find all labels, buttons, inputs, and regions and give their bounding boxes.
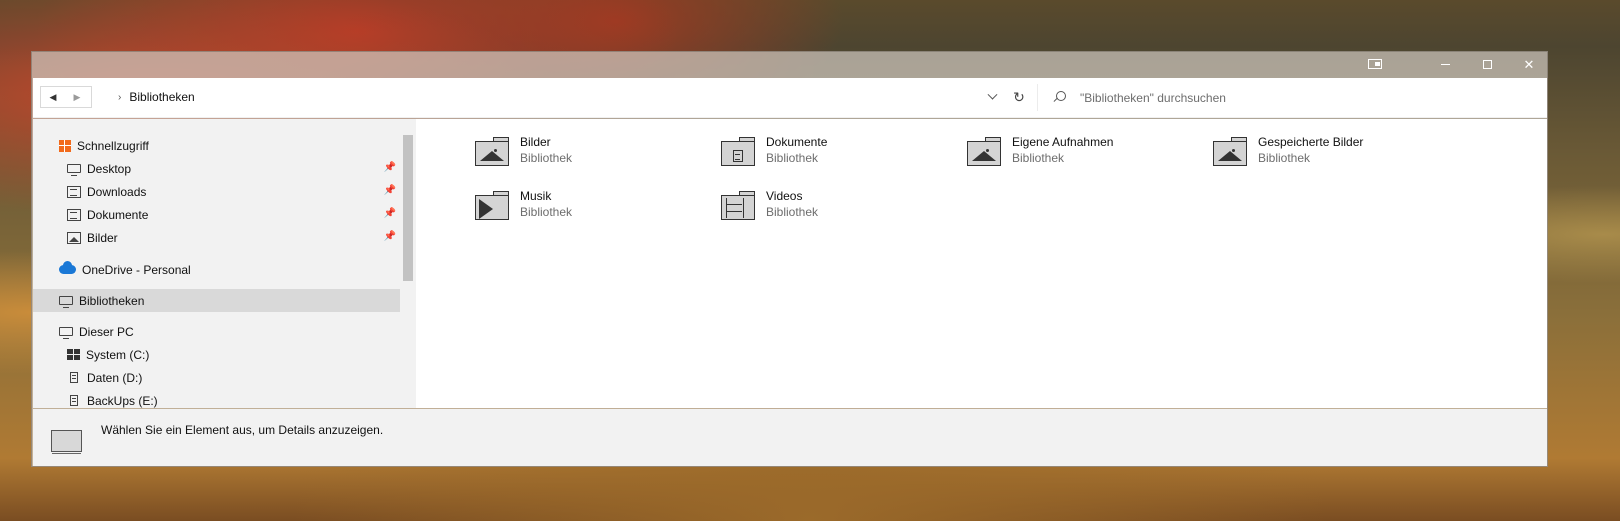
documents-library-icon xyxy=(721,137,755,167)
sidebar-item-label: Bibliotheken xyxy=(79,293,145,308)
sidebar-item-desktop[interactable]: Desktop 📌 xyxy=(33,157,400,180)
details-message: Wählen Sie ein Element aus, um Details a… xyxy=(101,423,384,437)
videos-library-icon xyxy=(721,191,755,221)
breadcrumb-chevron-icon[interactable]: › xyxy=(118,92,121,103)
sidebar-item-dokumente[interactable]: Dokumente 📌 xyxy=(33,203,400,226)
library-item-gespeicherte-bilder[interactable]: Gespeicherte Bilder Bibliothek xyxy=(1213,135,1453,175)
library-item-bilder[interactable]: Bilder Bibliothek xyxy=(475,135,715,175)
windows-drive-icon xyxy=(67,348,80,361)
drive-icon xyxy=(70,395,78,406)
forward-button[interactable]: ▶ xyxy=(65,87,89,107)
library-name: Bilder xyxy=(520,135,551,149)
sidebar-item-label: System (C:) xyxy=(86,347,150,362)
details-thumbnail-icon xyxy=(51,430,82,454)
navigation-pane: Schnellzugriff Desktop 📌 Downloads 📌 Dok… xyxy=(33,119,416,408)
refresh-button[interactable]: ↻ xyxy=(1008,86,1030,108)
address-history-dropdown[interactable] xyxy=(981,86,1003,108)
music-library-icon xyxy=(475,191,509,221)
documents-icon xyxy=(67,208,81,221)
sidebar-item-libraries[interactable]: Bibliotheken xyxy=(33,289,400,312)
forward-arrow-icon: ▶ xyxy=(73,91,81,102)
library-name: Musik xyxy=(520,189,552,203)
navigation-pane-scrollbar[interactable] xyxy=(403,135,413,281)
library-item-musik[interactable]: Musik Bibliothek xyxy=(475,189,715,229)
sidebar-item-label: Dokumente xyxy=(87,207,149,222)
cloud-icon xyxy=(59,261,76,274)
library-type: Bibliothek xyxy=(766,151,819,165)
address-bar: ◀ ▶ › Bibliotheken ↻ xyxy=(33,78,1547,118)
libraries-icon xyxy=(59,296,73,308)
navigation-buttons: ◀ ▶ xyxy=(40,86,92,108)
breadcrumb-item-bibliotheken[interactable]: Bibliotheken xyxy=(129,90,194,104)
back-button[interactable]: ◀ xyxy=(41,87,65,107)
sidebar-item-label: Bilder xyxy=(87,230,118,245)
library-type: Bibliothek xyxy=(1012,151,1065,165)
pictures-library-icon xyxy=(475,137,509,167)
sidebar-item-downloads[interactable]: Downloads 📌 xyxy=(33,180,400,203)
sidebar-item-label: Daten (D:) xyxy=(87,370,143,385)
maximize-icon xyxy=(1482,59,1492,69)
library-item-eigene-aufnahmen[interactable]: Eigene Aufnahmen Bibliothek xyxy=(967,135,1207,175)
drive-icon xyxy=(70,372,78,383)
title-bar: ✕ xyxy=(32,52,1547,78)
library-type: Bibliothek xyxy=(766,205,819,219)
explorer-body: Schnellzugriff Desktop 📌 Downloads 📌 Dok… xyxy=(33,119,1547,408)
library-name: Dokumente xyxy=(766,135,828,149)
camera-roll-library-icon xyxy=(967,137,1001,167)
sidebar-item-label: OneDrive - Personal xyxy=(82,262,191,277)
library-list: Bilder Bibliothek Dokumente Bibliothek E… xyxy=(416,119,1547,408)
close-icon: ✕ xyxy=(1523,56,1535,72)
sidebar-item-label: Desktop xyxy=(87,161,132,176)
maximize-button[interactable] xyxy=(1469,52,1505,76)
minimize-button[interactable] xyxy=(1427,52,1463,76)
sidebar-item-label: Dieser PC xyxy=(79,324,134,339)
library-item-videos[interactable]: Videos Bibliothek xyxy=(721,189,961,229)
sidebar-item-bilder[interactable]: Bilder 📌 xyxy=(33,226,400,249)
sidebar-item-drive-c[interactable]: System (C:) xyxy=(33,343,400,366)
sidebar-item-label: Downloads xyxy=(87,184,147,199)
library-item-dokumente[interactable]: Dokumente Bibliothek xyxy=(721,135,961,175)
snap-layout-button[interactable] xyxy=(1357,52,1393,76)
pictures-icon xyxy=(67,231,81,244)
snap-layout-icon xyxy=(1368,59,1382,69)
search-icon xyxy=(1052,90,1066,105)
refresh-icon: ↻ xyxy=(1013,88,1025,105)
pin-icon[interactable]: 📌 xyxy=(384,185,396,196)
close-button[interactable]: ✕ xyxy=(1511,52,1547,76)
desktop-icon xyxy=(67,164,81,176)
sidebar-item-drive-d[interactable]: Daten (D:) xyxy=(33,366,400,389)
sidebar-item-quick-access[interactable]: Schnellzugriff xyxy=(33,134,400,157)
sidebar-item-this-pc[interactable]: Dieser PC xyxy=(33,320,400,343)
details-pane: Wählen Sie ein Element aus, um Details a… xyxy=(33,409,1547,466)
breadcrumb[interactable]: › Bibliotheken xyxy=(105,86,1030,108)
file-explorer-window: ✕ ◀ ▶ › Bibliotheken ↻ "Bibliotheken" du… xyxy=(31,51,1548,467)
pin-icon[interactable]: 📌 xyxy=(384,162,396,173)
sidebar-item-onedrive[interactable]: OneDrive - Personal xyxy=(33,258,400,281)
star-icon xyxy=(59,139,71,152)
library-name: Eigene Aufnahmen xyxy=(1012,135,1114,149)
chevron-down-icon xyxy=(987,89,997,100)
sidebar-item-label: Schnellzugriff xyxy=(77,138,149,153)
computer-icon xyxy=(59,327,73,339)
library-type: Bibliothek xyxy=(1258,151,1311,165)
library-name: Videos xyxy=(766,189,803,203)
search-box[interactable] xyxy=(1037,84,1545,111)
minimize-icon xyxy=(1440,63,1450,65)
pin-icon[interactable]: 📌 xyxy=(384,208,396,219)
downloads-icon xyxy=(67,185,81,198)
library-type: Bibliothek xyxy=(520,151,573,165)
pin-icon[interactable]: 📌 xyxy=(384,231,396,242)
sidebar-item-label: BackUps (E:) xyxy=(87,393,158,408)
library-type: Bibliothek xyxy=(520,205,573,219)
library-name: Gespeicherte Bilder xyxy=(1258,135,1364,149)
saved-pictures-library-icon xyxy=(1213,137,1247,167)
search-input[interactable] xyxy=(1080,90,1520,105)
back-arrow-icon: ◀ xyxy=(49,91,57,102)
